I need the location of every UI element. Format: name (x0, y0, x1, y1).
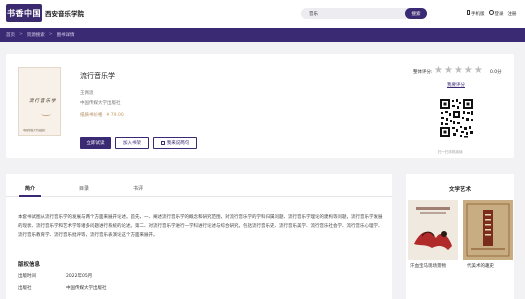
rating-score: 0.0分 (490, 70, 502, 75)
cover-title: 流行音乐学 (29, 99, 57, 104)
add-to-shelf-button[interactable]: 加入书架 (115, 137, 149, 149)
qr-caption: 扫一扫手机阅读 (438, 150, 463, 154)
star-icon[interactable]: ★ (434, 66, 443, 76)
book-introduction: 本套书试图从流行音乐学的发展与两个方面来展开论述。首先，一、阐述流行音乐学的概念… (18, 215, 383, 238)
nav-bar: 首页 > 资源搜索 > 图书详情 (0, 28, 525, 42)
book-publisher[interactable]: 中国传媒大学出版社 (80, 100, 121, 106)
price-value: ¥ 79.00 (106, 113, 124, 118)
breadcrumb: 首页 > 资源搜索 > 图书详情 (6, 32, 75, 38)
cover-art-graphic (408, 200, 458, 260)
qr-code-icon (439, 98, 474, 138)
book-cover: 流行音乐学 中国传媒大学出版社 (18, 67, 61, 136)
breadcrumb-separator: > (19, 32, 23, 37)
qr-code-graphic (439, 98, 474, 138)
recommended-book-title[interactable]: 汗血宝马现场景物 (410, 263, 446, 269)
comment-button[interactable]: 我来说两句 (153, 137, 197, 149)
star-icon[interactable]: ★ (464, 66, 473, 76)
metadata-row: 出版时间 2022年05月 (18, 273, 92, 279)
search-input[interactable] (309, 8, 399, 19)
price-line: 纸质书价格 ¥ 79.00 (80, 112, 124, 118)
price-label: 纸质书价格 (80, 113, 103, 118)
book-author[interactable]: 王佩思 (80, 90, 94, 96)
recommended-book-title[interactable]: 代美术的趣史 (467, 263, 494, 269)
breadcrumb-current: 图书详情 (56, 33, 75, 38)
metadata-value: 中国传媒大学出版社 (66, 286, 107, 291)
breadcrumb-search[interactable]: 资源搜索 (27, 32, 45, 38)
rating-stars: ★ ★ ★ ★ ★ (434, 66, 483, 76)
edit-icon (160, 141, 165, 145)
tab-intro[interactable]: 简介 (25, 185, 35, 192)
mobile-link-label: 手机版 (471, 12, 485, 17)
cover-art-graphic (463, 200, 513, 260)
star-icon[interactable]: ★ (474, 66, 483, 76)
cover-decoration (41, 112, 51, 116)
register-link[interactable]: 注册 (508, 11, 517, 17)
recommended-book-cover[interactable] (408, 200, 458, 260)
rate-link[interactable]: 我要评分 (447, 82, 465, 88)
breadcrumb-home[interactable]: 首页 (6, 32, 15, 38)
tab-reviews[interactable]: 书评 (133, 185, 143, 192)
metadata-label: 出版社 (18, 286, 32, 291)
rating-label: 整体评分: (413, 70, 433, 75)
phone-icon (467, 10, 470, 15)
read-now-button[interactable]: 立即试读 (80, 137, 111, 149)
top-links: 手机版 登录 注册 (467, 10, 517, 17)
star-icon[interactable]: ★ (454, 66, 463, 76)
metadata-title: 版权信息 (18, 262, 41, 268)
recommendation-panel: 文学艺术 汗血宝马现场景物 代美术的趣史 (406, 174, 514, 299)
detail-panel: 简介 目录 书评 本套书试图从流行音乐学的发展与两个方面来展开论述。首先，一、阐… (6, 174, 392, 299)
metadata-value: 2022年05月 (66, 274, 93, 279)
recommended-book-cover[interactable] (463, 200, 513, 260)
book-panel: 流行音乐学 中国传媒大学出版社 流行音乐学 王佩思 中国传媒大学出版社 纸质书价… (6, 54, 514, 158)
user-icon (488, 10, 494, 15)
metadata-row: 出版社 中国传媒大学出版社 (18, 285, 107, 291)
star-icon[interactable]: ★ (444, 66, 453, 76)
login-link[interactable]: 登录 (488, 10, 504, 17)
breadcrumb-separator: > (48, 32, 53, 37)
recommendation-title: 文学艺术 (448, 187, 471, 193)
login-link-label: 登录 (494, 12, 504, 17)
comment-button-label: 我来说两句 (166, 141, 190, 146)
detail-tabs: 简介 目录 书评 (6, 183, 392, 197)
metadata-label: 出版时间 (18, 274, 36, 279)
site-logo[interactable]: 书香中国 (6, 4, 42, 22)
active-tab-indicator (19, 195, 41, 197)
tab-contents[interactable]: 目录 (79, 185, 89, 192)
site-name[interactable]: 西安音乐学院 (45, 8, 84, 18)
cover-publisher: 中国传媒大学出版社 (23, 129, 46, 132)
book-title: 流行音乐学 (80, 72, 115, 80)
top-header: 书香中国 西安音乐学院 搜索 手机版 登录 注册 (0, 0, 525, 28)
search-button[interactable]: 搜索 (405, 8, 427, 19)
search-box: 搜索 (301, 8, 427, 19)
mobile-link[interactable]: 手机版 (467, 10, 485, 17)
